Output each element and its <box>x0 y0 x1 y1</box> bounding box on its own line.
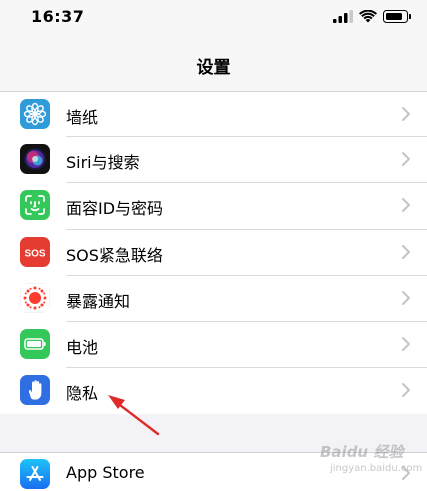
settings-row-exposure-notification[interactable]: 暴露通知 <box>0 276 427 323</box>
settings-row-label: App Store <box>66 463 145 482</box>
exposure-notification-icon <box>20 282 50 313</box>
sos-icon: SOS <box>20 236 50 267</box>
status-icons <box>333 10 411 24</box>
chevron-right-icon <box>401 106 411 122</box>
chevron-right-icon <box>401 382 411 398</box>
chevron-right-icon <box>401 244 411 260</box>
settings-row-label: SOS紧急联络 <box>66 245 163 265</box>
settings-row-label: 面容ID与密码 <box>66 199 164 219</box>
nav-bar: 设置 <box>0 34 427 92</box>
app-store-icon <box>20 459 50 489</box>
face-id-icon <box>20 190 50 221</box>
chevron-right-icon <box>401 197 411 213</box>
siri-icon <box>20 144 50 174</box>
signal-icon <box>333 10 353 23</box>
chevron-right-icon <box>401 290 411 306</box>
settings-row-battery[interactable]: 电池 <box>0 322 427 369</box>
settings-row-label: 暴露通知 <box>66 291 131 311</box>
annotation-arrow-icon <box>108 395 160 436</box>
sos-badge-text: SOS <box>24 248 45 259</box>
page-title: 设置 <box>196 58 231 78</box>
settings-row-privacy[interactable]: 隐私 <box>0 368 427 414</box>
wifi-icon <box>359 10 377 23</box>
chevron-right-icon <box>401 336 411 352</box>
chevron-right-icon <box>401 151 411 167</box>
settings-group: 墙纸 Siri与搜索 面容ID与密码 SOS SOS紧急联络 暴露通知 电池 隐… <box>0 92 427 414</box>
status-bar: 16:37 <box>0 0 427 34</box>
settings-row-wallpaper[interactable]: 墙纸 <box>0 92 427 137</box>
privacy-hand-icon <box>20 375 50 406</box>
settings-row-sos[interactable]: SOS SOS紧急联络 <box>0 230 427 277</box>
settings-row-label: Siri与搜索 <box>66 153 140 172</box>
wallpaper-icon <box>20 99 50 129</box>
settings-row-label: 隐私 <box>66 384 99 404</box>
settings-row-label: 墙纸 <box>66 108 99 127</box>
settings-row-face-id[interactable]: 面容ID与密码 <box>0 183 427 230</box>
status-time: 16:37 <box>31 7 85 26</box>
watermark-logo: Baidu 经验 <box>320 443 404 461</box>
watermark-sub: jingyan.baidu.com <box>330 463 423 474</box>
battery-settings-icon <box>20 329 50 360</box>
battery-icon <box>383 10 411 23</box>
watermark: Baidu 经验 jingyan.baidu.com <box>320 441 424 487</box>
settings-row-label: 电池 <box>66 338 99 358</box>
settings-row-siri[interactable]: Siri与搜索 <box>0 137 427 184</box>
